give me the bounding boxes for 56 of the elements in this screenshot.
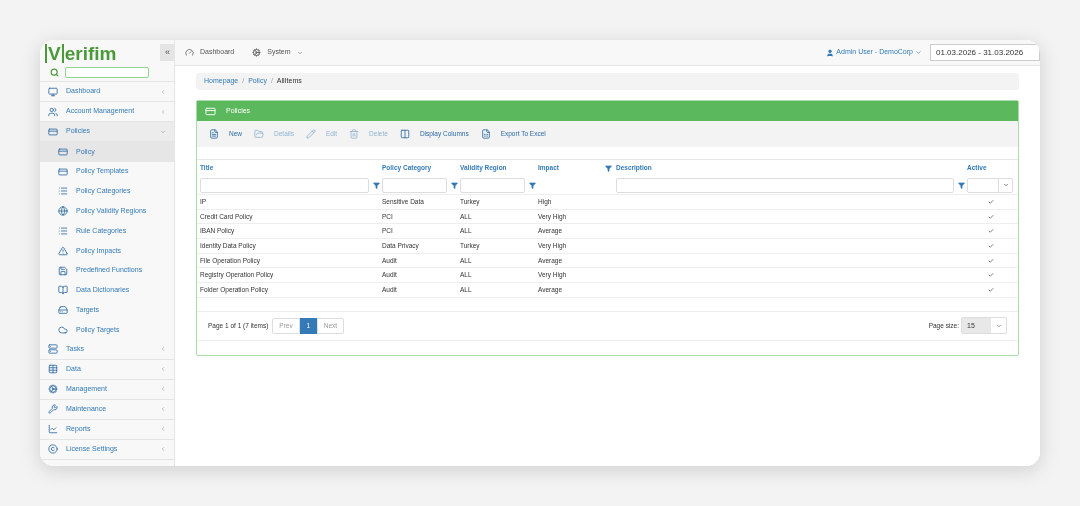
filter-field[interactable] <box>616 177 954 193</box>
collapse-button[interactable]: « <box>160 44 175 61</box>
caret-icon <box>995 322 1002 329</box>
card-icon <box>58 146 68 157</box>
chevron-icon <box>160 366 166 373</box>
file-icon <box>209 129 219 139</box>
columns-icon <box>399 129 410 139</box>
logo: V erifim <box>45 43 117 63</box>
search-icon <box>50 67 59 77</box>
copyright-icon <box>48 444 58 455</box>
users-icon <box>48 106 58 117</box>
globe-icon <box>58 206 68 217</box>
filter-field[interactable] <box>382 177 447 193</box>
filter-icon[interactable] <box>958 181 965 189</box>
search-field[interactable] <box>65 66 149 78</box>
list-icon <box>58 186 68 197</box>
chevron-icon <box>160 426 166 433</box>
filter-icon[interactable] <box>605 164 612 172</box>
card-icon <box>205 105 216 117</box>
list-icon <box>58 226 68 237</box>
caret-icon <box>915 49 922 56</box>
server-icon <box>48 344 58 355</box>
chevron-icon <box>160 446 166 453</box>
filter-field[interactable] <box>200 177 369 193</box>
gears-icon <box>48 384 58 395</box>
book-icon <box>58 285 68 296</box>
filter-icon[interactable] <box>373 181 380 189</box>
drive-icon <box>58 305 68 316</box>
chevron-icon <box>160 108 166 115</box>
folder-icon <box>254 129 264 139</box>
pencil-icon <box>305 129 316 139</box>
card-icon <box>58 166 68 177</box>
chevron-icon <box>160 128 166 135</box>
trash-icon <box>349 129 360 139</box>
floppy-icon <box>58 265 68 276</box>
gauge-icon <box>185 48 194 57</box>
warning-icon <box>58 245 68 256</box>
wrench-icon <box>48 404 58 415</box>
chevron-icon <box>160 346 166 353</box>
filter-icon[interactable] <box>529 181 536 189</box>
chevron-icon <box>160 406 166 413</box>
filter-icon[interactable] <box>451 181 458 189</box>
user-icon <box>826 48 835 57</box>
gears-icon <box>252 48 262 57</box>
chevron-icon <box>160 88 166 95</box>
caret-icon <box>296 49 303 56</box>
table-icon <box>48 364 58 375</box>
filter-field[interactable] <box>460 177 525 193</box>
monitor-icon <box>48 86 58 97</box>
spreadsheet-icon <box>480 129 491 139</box>
card-icon <box>48 126 58 137</box>
caret-icon <box>1002 182 1009 188</box>
chevron-icon <box>160 386 166 393</box>
line-chart-icon <box>48 424 58 435</box>
cloud-icon <box>58 325 68 336</box>
date-range-field[interactable]: 01.03.2026 - 31.03.2026 <box>930 44 1040 61</box>
